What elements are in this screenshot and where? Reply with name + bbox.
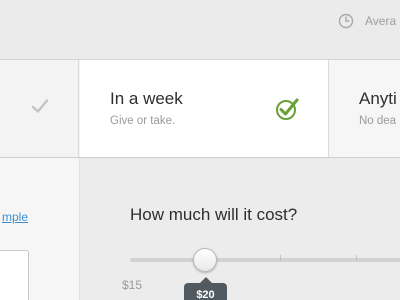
option-in-a-week[interactable]: In a week Give or take. xyxy=(80,60,329,157)
slider-min-label: $15 xyxy=(122,278,143,292)
option-subtitle: Give or take. xyxy=(110,115,176,127)
option-title: Anyti xyxy=(359,89,397,108)
clock-icon xyxy=(338,13,354,29)
left-panel: mple xyxy=(0,158,80,300)
slider-value-tooltip: $20 xyxy=(184,277,227,300)
top-header: Avera xyxy=(0,0,400,59)
slider-tick xyxy=(280,255,281,261)
price-slider-track[interactable] xyxy=(130,258,400,262)
text-input[interactable] xyxy=(0,250,29,300)
check-circle-icon xyxy=(276,98,299,120)
average-label: Avera xyxy=(365,14,397,28)
option-anytime[interactable]: Anyti No dea xyxy=(330,60,400,157)
page: Avera In a week Give or take. Anyti No d… xyxy=(0,0,400,300)
timeframe-options: In a week Give or take. Anyti No dea xyxy=(0,59,400,158)
cost-panel: How much will it cost? $15 $20 xyxy=(81,158,400,300)
option-previous[interactable] xyxy=(0,60,79,157)
price-slider-handle[interactable] xyxy=(193,248,217,272)
average-time-indicator: Avera xyxy=(338,13,396,29)
check-icon xyxy=(31,99,49,113)
option-title: In a week xyxy=(110,89,183,108)
tooltip-arrow xyxy=(200,277,212,283)
slider-tick xyxy=(356,255,357,261)
option-subtitle: No dea xyxy=(359,115,397,127)
example-link[interactable]: mple xyxy=(0,210,28,224)
cost-question: How much will it cost? xyxy=(130,205,298,224)
slider-value: $20 xyxy=(196,289,215,300)
